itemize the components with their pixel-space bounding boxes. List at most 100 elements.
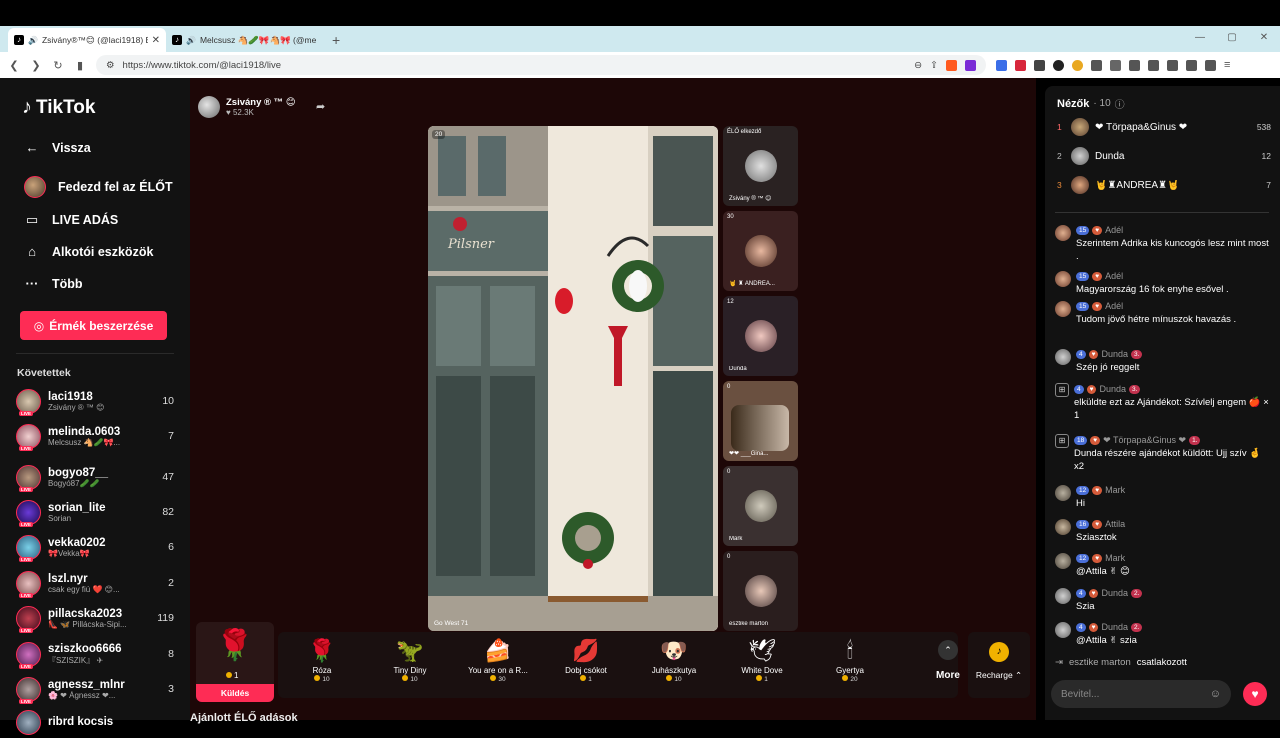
gift-item[interactable]: 🕊 White Dove 1 — [722, 632, 802, 698]
minimize-icon[interactable]: — — [1184, 26, 1216, 52]
gift-item[interactable]: 🦖 Tiny Diny 10 — [370, 632, 450, 698]
gift-item[interactable]: 🐶 Juhászkutya 10 — [634, 632, 714, 698]
share-page-icon[interactable]: ⇪ — [930, 60, 938, 71]
chat-message[interactable]: 4 ♥ Dunda 2. Szia — [1055, 587, 1273, 613]
chat-username[interactable]: Adél — [1105, 300, 1123, 313]
chat-message[interactable]: 15 ♥ Adél Magyarország 16 fok enyhe esővel … — [1055, 270, 1273, 296]
rewards-icon[interactable] — [965, 59, 976, 71]
wallet-icon[interactable] — [1167, 59, 1178, 71]
top-viewer-row[interactable]: 2 Dunda 12 — [1057, 145, 1271, 167]
tiktok-logo[interactable]: ♪ TikTok — [22, 96, 95, 119]
extension-icon[interactable] — [1053, 59, 1064, 71]
browser-tab[interactable]: ♪ 🔊 Melcsusz 🐴🥒🎀🐴🎀 (@me — [166, 28, 324, 52]
extension-icon[interactable] — [1015, 59, 1026, 71]
chat-message[interactable]: 12 ♥ Mark Hi — [1055, 484, 1273, 510]
following-item[interactable]: LIVE agnessz_mlnr 🌸 ❤ Ágnessz ❤... 3 — [16, 673, 174, 705]
vpn-icon[interactable] — [1205, 59, 1216, 71]
guest-thumb[interactable]: 0 Mark — [723, 466, 798, 546]
following-item[interactable]: LIVE pillacska2023 👠 🦋 Pillácska-Sipi... … — [16, 602, 174, 634]
gift-item[interactable]: 🍰 You are on a R... 30 — [458, 632, 538, 698]
chat-text: @Attila ✌ 😊 — [1076, 566, 1130, 577]
get-coins-button[interactable]: ◎ Érmék beszerzése — [20, 311, 167, 340]
following-item[interactable]: LIVE laci1918 Zsivány ® ™ 😊 10 — [16, 385, 174, 417]
back-icon[interactable]: ❮ — [8, 59, 20, 72]
chat-gift-message[interactable]: ⊞ 4 ♥ Dunda 3. elküldte ezt az Ajándékot: Sz… — [1055, 383, 1273, 422]
share-icon[interactable]: ➦ — [316, 100, 325, 113]
following-item[interactable]: LIVE sziszkoo6666 『SZISZIK』 ✈ 8 — [16, 638, 174, 670]
guest-thumb[interactable]: ÉLŐ elkezdő Zsivány ® ™ 😊 — [723, 126, 798, 206]
nav-explore-live[interactable]: Fedezd fel az ÉLŐT — [24, 176, 173, 198]
reload-icon[interactable]: ↻ — [52, 59, 64, 72]
chat-input[interactable]: Bevitel... ☺ — [1051, 680, 1231, 708]
chat-username[interactable]: Mark — [1105, 552, 1125, 565]
join-username[interactable]: esztike marton — [1069, 657, 1131, 668]
sidebar-icon[interactable] — [1148, 59, 1159, 71]
following-item[interactable]: LIVE bogyo87__ Bogyó87🥒🥒 47 — [16, 461, 174, 493]
top-viewer-row[interactable]: 3 🤘♜ANDREA♜🤘 7 — [1057, 174, 1271, 196]
more-gifts-button[interactable]: ⌃ More — [930, 632, 966, 698]
recharge-button[interactable]: ♪ Recharge ⌃ — [968, 632, 1030, 698]
nav-creator-tools[interactable]: ⌂ Alkotói eszközök — [24, 244, 153, 259]
chat-message[interactable]: 16 ♥ Attila Sziasztok — [1055, 518, 1273, 544]
following-item[interactable]: ribrd kocsis — [16, 706, 174, 738]
send-gift-button[interactable]: Küldés — [196, 684, 274, 702]
top-viewer-row[interactable]: 1 ❤ Törpapa&Ginus ❤ 538 — [1057, 116, 1271, 138]
info-icon[interactable]: ⓘ — [1115, 96, 1125, 111]
media-icon[interactable] — [1129, 59, 1140, 71]
chat-message[interactable]: 15 ♥ Adél Tudom jövő hétre mínuszok havazás… — [1055, 300, 1273, 326]
following-item[interactable]: LIVE melinda.0603 Melcsusz 🐴🥒🎀... 7 — [16, 420, 174, 452]
brave-shield-icon[interactable] — [946, 59, 957, 71]
following-item[interactable]: LIVE vekka0202 🎀Vekka🎀 6 — [16, 531, 174, 563]
menu-icon[interactable]: ≡ — [1224, 59, 1230, 71]
host-info[interactable]: Zsivány ® ™ 😊 ♥ 52.3K — [198, 96, 296, 118]
url-field[interactable]: ⚙ https://www.tiktok.com/@laci1918/live … — [96, 55, 986, 75]
zoom-icon[interactable]: ⊖ — [914, 60, 922, 71]
chat-message[interactable]: 4 ♥ Dunda 2. @Attila ✌ szia — [1055, 621, 1273, 647]
chat-gift-message[interactable]: ⊞ 18 ♥ ❤ Törpapa&Ginus ❤ 1. Dunda részére aj… — [1055, 434, 1273, 473]
puzzle-icon[interactable] — [1110, 59, 1121, 71]
chat-message[interactable]: 15 ♥ Adél Szerintem Adrika kis kuncogós les… — [1055, 224, 1273, 263]
guest-thumb[interactable]: 0 ❤❤ ___Gina... — [723, 381, 798, 461]
chat-username[interactable]: Dunda — [1101, 621, 1128, 634]
gift-item[interactable]: 💋 Dobj csókot 1 — [546, 632, 626, 698]
guest-thumb[interactable]: 30 🤘 ♜ ANDREA... — [723, 211, 798, 291]
following-item[interactable]: LIVE lszl.nyr csak egy fiú ❤️ 😊... 2 — [16, 567, 174, 599]
nav-more[interactable]: ··· Több — [24, 276, 83, 291]
close-window-icon[interactable]: ✕ — [1248, 26, 1280, 52]
browser-tab-active[interactable]: ♪ 🔊 Zsivány®™😊 (@laci1918) Él ✕ — [8, 28, 166, 52]
heart-icon[interactable]: ♥ — [1243, 682, 1267, 706]
host-avatar[interactable] — [198, 96, 220, 118]
chat-username[interactable]: Mark — [1105, 484, 1125, 497]
close-tab-icon[interactable]: ✕ — [152, 35, 160, 46]
chat-message[interactable]: 4 ♥ Dunda 3. Szép jó reggelt — [1055, 348, 1273, 374]
leo-icon[interactable] — [1186, 59, 1197, 71]
gift-item[interactable]: 🌹 Róza 10 — [282, 632, 362, 698]
chat-username[interactable]: Adél — [1105, 224, 1123, 237]
chat-message[interactable]: 12 ♥ Mark @Attila ✌ 😊 — [1055, 552, 1273, 578]
new-tab-button[interactable]: + — [324, 32, 348, 52]
viewers-header[interactable]: Nézők · 10 ⓘ — [1057, 96, 1125, 112]
featured-gift[interactable]: 🌹 1 Küldés — [196, 622, 274, 702]
chat-username[interactable]: Dunda — [1101, 587, 1128, 600]
guest-thumb[interactable]: 12 Dunda — [723, 296, 798, 376]
extension-icon[interactable] — [1034, 59, 1045, 71]
extension-icon[interactable] — [1072, 59, 1083, 71]
emoji-icon[interactable]: ☺ — [1210, 688, 1221, 700]
following-item[interactable]: LIVE sorian_lite Sorian 82 — [16, 496, 174, 528]
back-button[interactable]: ← Vissza — [24, 140, 91, 155]
chat-username[interactable]: Dunda — [1101, 348, 1128, 361]
gift-item[interactable]: 🕯 Gyertya 20 — [810, 632, 890, 698]
chat-username[interactable]: Adél — [1105, 270, 1123, 283]
forward-icon[interactable]: ❯ — [30, 59, 42, 72]
guest-thumb[interactable]: 0 esztike marton — [723, 551, 798, 631]
maximize-icon[interactable]: ▢ — [1216, 26, 1248, 52]
chat-username[interactable]: Attila — [1105, 518, 1125, 531]
nav-live-studio[interactable]: ▭ LIVE ADÁS — [24, 212, 118, 228]
live-video[interactable]: Pilsner 20 Go West 71 — [428, 126, 718, 631]
translate-icon[interactable] — [996, 59, 1007, 71]
chat-username[interactable]: Dunda — [1099, 383, 1126, 396]
extension-icon[interactable] — [1091, 59, 1102, 71]
chat-username[interactable]: ❤ Törpapa&Ginus ❤ — [1103, 434, 1186, 447]
bookmark-icon[interactable]: ▮ — [74, 59, 86, 72]
site-settings-icon[interactable]: ⚙ — [106, 60, 115, 71]
